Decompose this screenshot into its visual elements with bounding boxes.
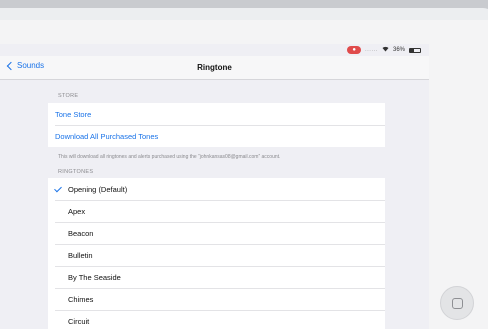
ringtone-cell-bulletin[interactable]: Bulletin: [48, 244, 385, 266]
device-frame: ● ...... 36% Sounds Ringtone STORE Tone …: [0, 0, 488, 329]
wifi-icon: [382, 46, 389, 54]
ringtone-cell-by-the-seaside[interactable]: By The Seaside: [48, 266, 385, 288]
ringtone-label: By The Seaside: [68, 272, 121, 282]
device-top-rim-inner: [0, 8, 488, 20]
status-bar: ● ...... 36%: [0, 44, 429, 56]
store-section-header: STORE: [58, 93, 79, 99]
ringtone-cell-circuit[interactable]: Circuit: [48, 310, 385, 329]
ringtone-label: Chimes: [68, 294, 94, 304]
tone-store-label: Tone Store: [55, 109, 92, 119]
ringtone-label: Beacon: [68, 228, 94, 238]
screen-record-indicator[interactable]: ●: [347, 46, 361, 54]
status-dots: ......: [364, 47, 378, 53]
ringtone-cell-opening[interactable]: Opening (Default): [48, 178, 385, 200]
home-button[interactable]: [440, 286, 474, 320]
store-group: Tone Store Download All Purchased Tones: [48, 103, 385, 147]
ringtone-cell-beacon[interactable]: Beacon: [48, 222, 385, 244]
battery-icon: [409, 47, 421, 53]
tone-store-cell[interactable]: Tone Store: [48, 103, 385, 125]
ringtone-cell-chimes[interactable]: Chimes: [48, 288, 385, 310]
ringtones-section-header: RINGTONES: [58, 169, 94, 175]
chevron-left-icon: [6, 61, 16, 71]
battery-fill: [410, 48, 414, 52]
home-square-icon: [451, 297, 463, 309]
ringtone-label: Bulletin: [68, 250, 93, 260]
ringtone-label: Opening (Default): [68, 184, 128, 194]
ringtone-label: Circuit: [68, 316, 90, 326]
download-purchased-tones-label: Download All Purchased Tones: [55, 131, 159, 141]
page-title: Ringtone: [197, 63, 232, 72]
battery-percent: 36%: [392, 47, 405, 53]
back-button-label: Sounds: [17, 61, 45, 70]
navigation-bar: Sounds Ringtone: [0, 56, 429, 80]
ringtone-cell-apex[interactable]: Apex: [48, 200, 385, 222]
back-button[interactable]: Sounds: [6, 61, 45, 71]
store-footer-text: This will download all ringtones and ale…: [58, 154, 281, 160]
ringtone-label: Apex: [68, 206, 86, 216]
ringtones-group: Opening (Default) Apex Beacon Bulletin B…: [48, 178, 385, 329]
download-purchased-tones-cell[interactable]: Download All Purchased Tones: [48, 125, 385, 147]
